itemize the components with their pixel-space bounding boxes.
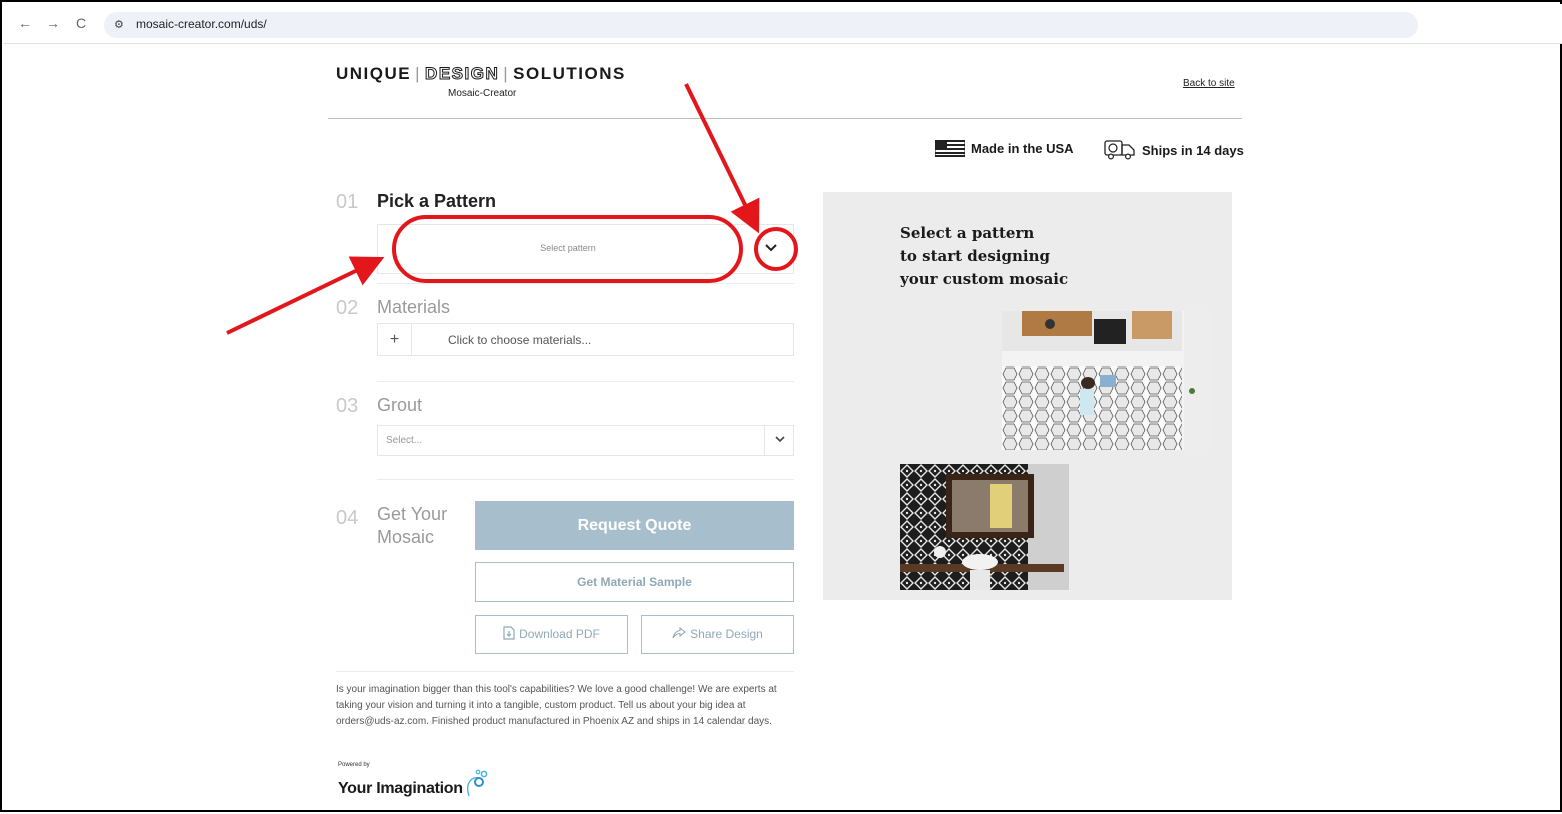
annotation-arrow-top xyxy=(684,83,760,234)
ships-badge: Ships in 14 days xyxy=(1104,140,1244,160)
step-04-title-line2: Mosaic xyxy=(377,527,435,547)
step-03-title: Grout xyxy=(377,395,423,415)
pattern-select[interactable]: Select pattern xyxy=(377,224,794,274)
ships-label: Ships in 14 days xyxy=(1142,142,1244,158)
file-download-icon xyxy=(503,626,515,640)
materials-picker[interactable]: + Click to choose materials... xyxy=(377,323,794,356)
back-to-site-link[interactable]: Back to site xyxy=(1183,78,1235,89)
share-icon xyxy=(672,626,687,639)
material-sample-button[interactable]: Get Material Sample xyxy=(475,562,794,602)
brand-word-design: DESIGN xyxy=(425,64,500,84)
brand-subtitle: Mosaic-Creator xyxy=(448,88,517,99)
reload-icon[interactable]: C xyxy=(72,14,90,32)
step-01-title: Pick a Pattern xyxy=(377,191,497,211)
step-04-title-line1: Get Your xyxy=(377,504,448,524)
footer-description: Is your imagination bigger than this too… xyxy=(336,684,777,727)
step-02-title: Materials xyxy=(377,297,451,317)
url-text: mosaic-creator.com/uds/ xyxy=(136,17,267,31)
preview-heading-line3: your custom mosaic xyxy=(900,270,1069,288)
preview-heading: Select a pattern to start designing your… xyxy=(900,222,1100,291)
address-bar[interactable]: ⚙ mosaic-creator.com/uds/ xyxy=(104,12,1418,38)
step-04-title: Get Your Mosaic xyxy=(377,503,447,549)
pattern-select-placeholder: Select pattern xyxy=(540,243,596,253)
section-divider xyxy=(377,479,794,480)
preview-heading-line2: to start designing xyxy=(900,247,1050,265)
brand-word-solutions: SOLUTIONS xyxy=(513,64,626,83)
grout-placeholder: Select... xyxy=(386,435,423,446)
us-flag-icon xyxy=(935,140,965,157)
header-divider xyxy=(328,118,1242,119)
kitchen-mosaic-image xyxy=(1002,311,1210,450)
brand-word-unique: UNIQUE xyxy=(336,64,412,83)
step-02-number: 02 xyxy=(336,297,359,319)
forward-arrow-icon[interactable]: → xyxy=(44,14,62,32)
powered-by-logo: Powered by Your Imagination xyxy=(338,762,489,798)
preview-heading-line1: Select a pattern xyxy=(900,224,1035,242)
share-design-button[interactable]: Share Design xyxy=(641,615,794,654)
site-settings-icon[interactable]: ⚙ xyxy=(114,18,124,31)
add-material-button[interactable]: + xyxy=(378,324,412,355)
grout-select[interactable]: Select... xyxy=(377,425,794,456)
screenshot-frame: ← → C ⚙ mosaic-creator.com/uds/ UNIQUE | D… xyxy=(0,0,1562,812)
head-gears-icon xyxy=(467,769,488,797)
brand-logo: UNIQUE | DESIGN | SOLUTIONS xyxy=(336,64,626,84)
download-pdf-button[interactable]: Download PDF xyxy=(475,615,628,654)
materials-placeholder: Click to choose materials... xyxy=(448,333,592,347)
request-quote-button[interactable]: Request Quote xyxy=(475,501,794,550)
made-in-usa-badge: Made in the USA xyxy=(935,140,1074,157)
delivery-truck-icon xyxy=(1104,140,1135,160)
section-divider xyxy=(336,671,794,672)
brand-separator: | xyxy=(415,64,422,83)
preview-panel: Select a pattern to start designing your… xyxy=(823,192,1232,600)
share-design-label: Share Design xyxy=(690,627,763,641)
back-arrow-icon[interactable]: ← xyxy=(16,14,34,32)
step-01-number: 01 xyxy=(336,191,359,213)
powered-by-name: Your Imagination xyxy=(338,780,463,797)
bathroom-mosaic-image xyxy=(900,464,1069,590)
made-in-usa-label: Made in the USA xyxy=(971,141,1074,156)
step-03-number: 03 xyxy=(336,395,359,417)
browser-toolbar: ← → C ⚙ mosaic-creator.com/uds/ xyxy=(4,4,1562,44)
step-04-number: 04 xyxy=(336,507,359,529)
section-divider xyxy=(377,283,794,284)
brand-separator: | xyxy=(503,64,510,83)
grout-chevron-down-icon[interactable] xyxy=(764,426,794,455)
section-divider xyxy=(377,381,794,382)
chevron-down-icon[interactable] xyxy=(761,240,781,255)
download-pdf-label: Download PDF xyxy=(519,627,600,641)
